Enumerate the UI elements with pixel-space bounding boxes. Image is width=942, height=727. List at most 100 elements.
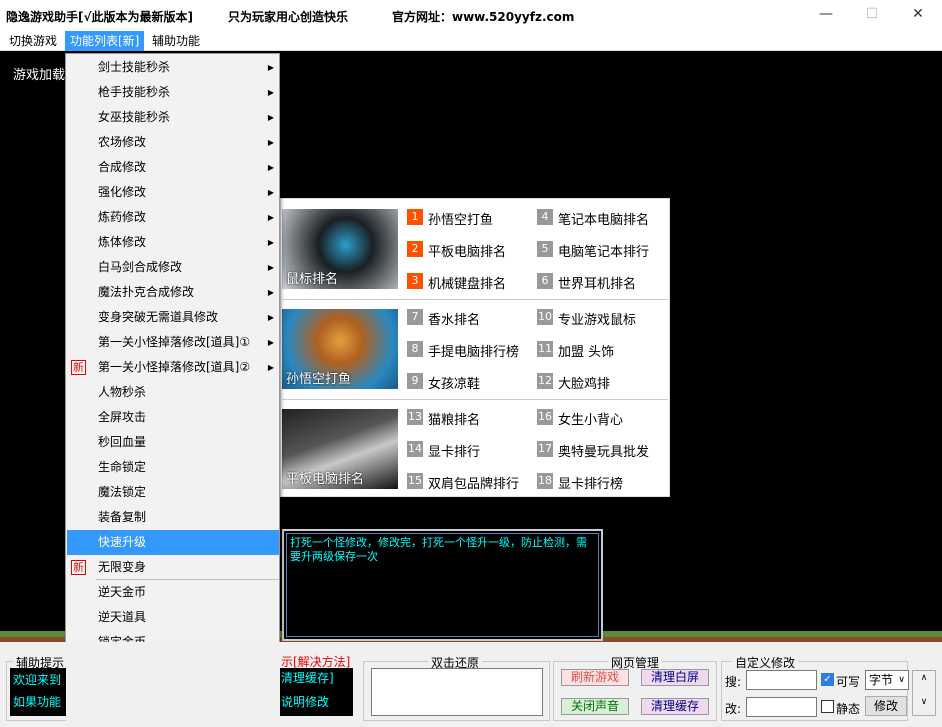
clear-cache-button[interactable]: 清理缓存 [641,698,709,715]
menu-assist-functions[interactable]: 辅助功能 [147,31,205,51]
ad-rank-item[interactable]: 17 奥特曼玩具批发 [537,441,649,460]
dropdown-item[interactable]: 逆天道具 [67,605,279,630]
dropdown-item-label: 合成修改 [98,160,147,174]
dropdown-item[interactable]: 装备复制 [67,505,279,530]
dropdown-item-label: 强化修改 [98,185,147,199]
ad-rank-item[interactable]: 8 手提电脑排行榜 [407,341,519,360]
dropdown-item[interactable]: 第一关小怪掉落修改[道具]② 新 ▶ [67,355,279,380]
dropdown-item-label: 农场修改 [98,135,147,149]
ad-rank-item[interactable]: 9 女孩凉鞋 [407,373,480,392]
writable-checkbox[interactable]: ✓ [821,673,834,686]
ad-rank-item[interactable]: 3 机械键盘排名 [407,273,506,292]
chevron-down-icon: ∨ [898,675,905,685]
change-value-input[interactable] [746,697,817,717]
clear-whitescreen-button[interactable]: 清理白屏 [641,669,709,686]
website-text: 官方网址：www.520yyfz.com [392,10,575,24]
chevron-up-icon[interactable]: ∧ [913,673,935,683]
dropdown-item-label: 装备复制 [98,510,147,524]
submenu-arrow-icon: ▶ [267,88,274,97]
ad-rank-item[interactable]: 12 大脸鸡排 [537,373,610,392]
modify-button[interactable]: 修改 [865,696,907,716]
dropdown-item[interactable]: 女巫技能秒杀 ▶ [67,105,279,130]
submenu-arrow-icon: ▶ [267,163,274,172]
dropdown-item[interactable]: 合成修改 ▶ [67,155,279,180]
dropdown-item-label: 生命锁定 [98,460,147,474]
dropdown-item[interactable]: 强化修改 ▶ [67,180,279,205]
ad-image-wukong[interactable]: 孙悟空打鱼 [282,309,398,389]
static-checkbox[interactable] [821,700,834,713]
dropdown-item-label: 魔法扑克合成修改 [98,285,195,299]
dropdown-item[interactable]: 快速升级 [67,530,279,555]
submenu-arrow-icon: ▶ [267,338,274,347]
submenu-arrow-icon: ▶ [267,188,274,197]
dropdown-item-label: 快速升级 [98,535,147,549]
submenu-arrow-icon: ▶ [267,238,274,247]
menu-function-list[interactable]: 功能列表[新] [65,31,145,51]
scroll-spinner[interactable]: ∧ ∨ [912,670,936,716]
dropdown-item[interactable]: 白马剑合成修改 ▶ [67,255,279,280]
ad-rank-item[interactable]: 13 猫粮排名 [407,409,480,428]
ad-rank-item[interactable]: 4 笔记本电脑排名 [537,209,649,228]
dropdown-item[interactable]: 无限变身新 [67,555,279,580]
ad-rank-item[interactable]: 15 双肩包品牌排行 [407,473,531,489]
data-type-select[interactable]: 字节 ∨ [865,670,909,690]
problem-line-1: 清理缓存] [281,671,334,685]
ad-rank-item[interactable]: 5 电脑笔记本排行 [537,241,649,260]
maximize-button[interactable]: ☐ [849,0,895,28]
chevron-down-icon[interactable]: ∨ [913,697,935,707]
dropdown-item[interactable]: 炼药修改 ▶ [67,205,279,230]
dropdown-item-label: 魔法锁定 [98,485,147,499]
mute-sound-button[interactable]: 关闭声音 [561,698,629,715]
dropdown-item[interactable]: 变身突破无需道具修改 ▶ [67,305,279,330]
change-label: 改: [725,702,742,716]
dropdown-item[interactable]: 秒回血量 [67,430,279,455]
search-value-input[interactable] [746,670,817,690]
submenu-arrow-icon: ▶ [267,313,274,322]
writable-label: 可写 [836,675,861,689]
restore-listbox[interactable] [371,668,543,716]
dropdown-item-label: 无限变身 [98,560,147,574]
title-bar: 隐逸游戏助手[√此版本为最新版本] 只为玩家用心创造快乐 官方网址：www.52… [0,0,942,31]
game-loading-text: 游戏加载 [13,68,66,83]
ad-rank-item[interactable]: 10 专业游戏鼠标 [537,309,636,328]
dropdown-item[interactable]: 逆天金币 [67,580,279,605]
ad-divider [282,299,668,300]
dropdown-item-label: 女巫技能秒杀 [98,110,171,124]
ad-image-tablet[interactable]: 平板电脑排名 [282,409,398,489]
dropdown-item[interactable]: 全屏攻击 [67,405,279,430]
dropdown-item-label: 逆天道具 [98,610,147,624]
minimize-button[interactable]: — [803,0,849,28]
dropdown-item[interactable]: 炼体修改 ▶ [67,230,279,255]
ad-rank-item[interactable]: 14 显卡排行 [407,441,480,460]
ad-rank-item[interactable]: 18 显卡排行榜 [537,473,623,492]
submenu-arrow-icon: ▶ [267,363,274,372]
dropdown-item[interactable]: 人物秒杀 [67,380,279,405]
menu-switch-game[interactable]: 切换游戏 [4,31,62,51]
ad-rank-item[interactable]: 1 孙悟空打鱼 [407,209,493,228]
dropdown-item[interactable]: 农场修改 ▶ [67,130,279,155]
ad-rank-item[interactable]: 16 女生小背心 [537,409,623,428]
dropdown-item-label: 炼药修改 [98,210,147,224]
dropdown-item-label: 秒回血量 [98,435,147,449]
ad-image-mouse[interactable]: 鼠标排名 [282,209,398,289]
dropdown-item[interactable]: 第一关小怪掉落修改[道具]① ▶ [67,330,279,355]
submenu-arrow-icon: ▶ [267,263,274,272]
dropdown-item[interactable]: 剑士技能秒杀 ▶ [67,55,279,80]
dropdown-item-label: 人物秒杀 [98,385,147,399]
problem-solution-box: 清理缓存] 说明修改 [280,668,353,716]
dropdown-item-label: 变身突破无需道具修改 [98,310,219,324]
assist-tip-line-1: 欢迎来到 [13,673,62,687]
ad-rank-item[interactable]: 7 香水排名 [407,309,480,328]
refresh-game-button[interactable]: 刷新游戏 [561,669,629,686]
close-button[interactable]: ✕ [895,0,941,28]
problem-line-2: 说明修改 [281,695,330,709]
dropdown-item[interactable]: 生命锁定 [67,455,279,480]
ad-rank-item[interactable]: 2 平板电脑排名 [407,241,506,260]
dropdown-item[interactable]: 魔法扑克合成修改 ▶ [67,280,279,305]
dropdown-item-label: 第一关小怪掉落修改[道具]① [98,335,251,349]
dropdown-item[interactable]: 枪手技能秒杀 ▶ [67,80,279,105]
assist-tip-line-2: 如果功能 [13,695,62,709]
dropdown-item[interactable]: 魔法锁定 [67,480,279,505]
ad-rank-item[interactable]: 11 加盟 头饰 [537,341,614,360]
ad-rank-item[interactable]: 6 世界耳机排名 [537,273,636,292]
